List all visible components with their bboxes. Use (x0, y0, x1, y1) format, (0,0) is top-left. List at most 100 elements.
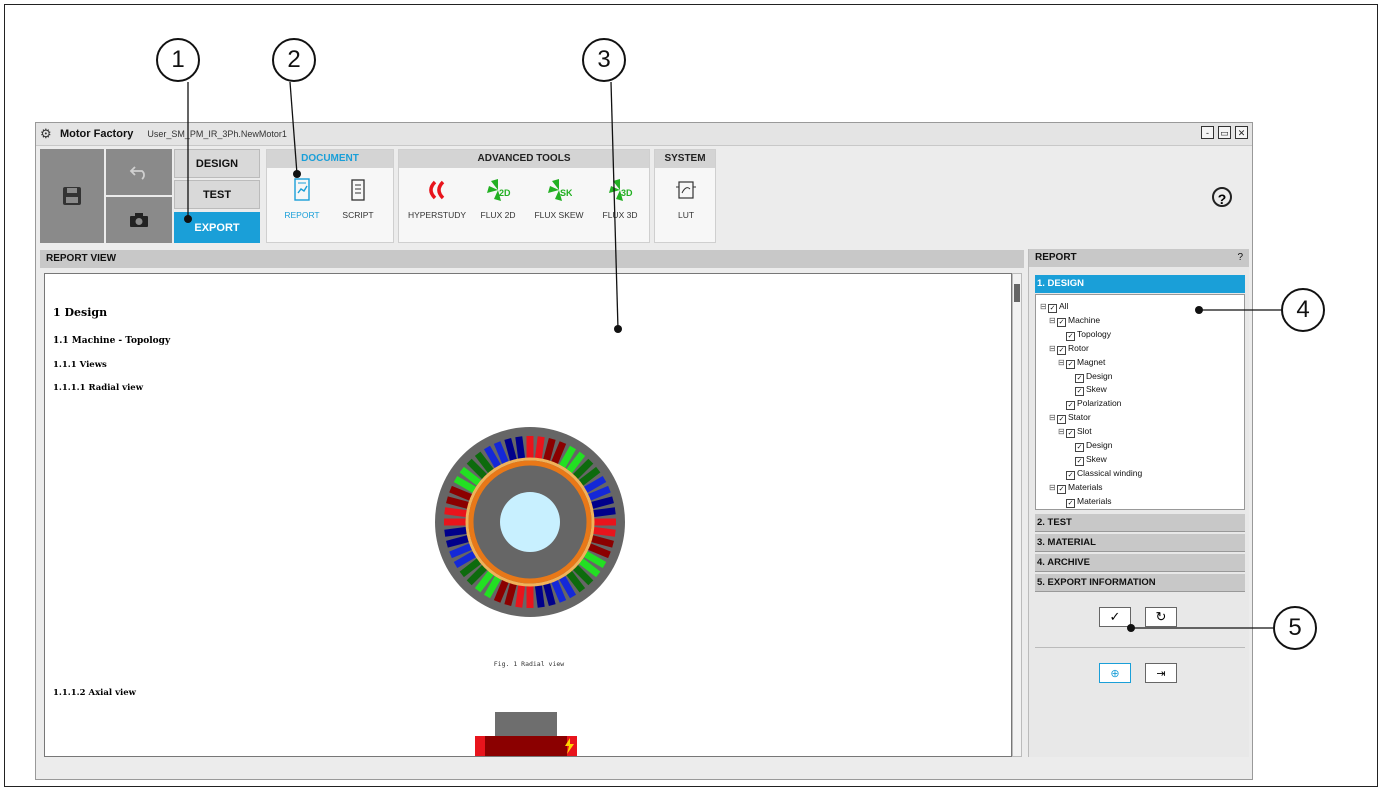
checkbox[interactable]: ✓ (1066, 470, 1075, 480)
script-icon (351, 179, 365, 201)
checkbox[interactable]: ✓ (1057, 317, 1066, 327)
help-button[interactable]: ? (1212, 187, 1232, 207)
snapshot-button[interactable] (106, 197, 172, 243)
tree-node[interactable]: ✓ Materials (1066, 496, 1111, 508)
tree-node-label: Slot (1077, 426, 1092, 437)
checkbox[interactable]: ✓ (1075, 387, 1084, 397)
restore-button[interactable]: ▭ (1218, 126, 1231, 139)
window-controls: - ▭ ✕ (1201, 126, 1248, 139)
flux-skew-icon: SK (548, 179, 572, 201)
tree-node-label: Machine (1068, 314, 1101, 325)
tree-node[interactable]: ✓ Design (1075, 440, 1112, 452)
collapse-icon[interactable]: ⊟ (1058, 358, 1065, 367)
checkbox[interactable]: ✓ (1066, 498, 1075, 508)
export-button[interactable]: ⇥ (1145, 663, 1177, 683)
checkbox[interactable]: ✓ (1066, 359, 1075, 369)
undo-button[interactable] (106, 149, 172, 195)
flux-skew-tool[interactable]: SK FLUX SKEW (529, 176, 589, 220)
section-test[interactable]: 2. TEST (1035, 514, 1245, 532)
design-tree: ⊟ ✓ All ⊟ ✓ Machine ✓ Topology ⊟ ✓ Rotor ⊟ ✓ Magnet ✓ D… (1035, 294, 1245, 510)
help-icon: ? (1217, 191, 1227, 207)
tree-node[interactable]: ✓ Skew (1075, 384, 1107, 397)
report-view-scrollbar[interactable] (1012, 273, 1022, 757)
script-tool[interactable]: SCRIPT (331, 176, 385, 220)
flux-skew-label: FLUX SKEW (534, 210, 584, 220)
section-material[interactable]: 3. MATERIAL (1035, 534, 1245, 552)
flux-2d-tool[interactable]: 2D FLUX 2D (471, 176, 525, 220)
tab-export[interactable]: EXPORT (174, 212, 260, 243)
flux-3d-tool[interactable]: 3D FLUX 3D (593, 176, 647, 220)
flux-2d-icon: 2D (487, 179, 511, 201)
tree-node[interactable]: ✓ Design (1075, 371, 1112, 383)
checkbox[interactable]: ✓ (1057, 415, 1066, 425)
lut-tool[interactable]: LUT (659, 176, 713, 220)
checkbox[interactable]: ✓ (1075, 373, 1084, 383)
collapse-icon[interactable]: ⊟ (1049, 316, 1056, 325)
report-heading-1: 1 Design (53, 306, 108, 319)
document-group-title: DOCUMENT (267, 150, 393, 168)
preview-icon: ⊕ (1110, 667, 1120, 680)
section-export-information[interactable]: 5. EXPORT INFORMATION (1035, 574, 1245, 592)
tree-node[interactable]: ⊟ ✓ Materials (1049, 482, 1102, 494)
checkbox[interactable]: ✓ (1057, 345, 1066, 355)
shaft (500, 492, 560, 552)
minimize-button[interactable]: - (1201, 126, 1214, 139)
title-bar: ⚙ Motor Factory User_SM_PM_IR_3Ph.NewMot… (36, 123, 1252, 146)
report-icon (294, 178, 310, 201)
checkbox[interactable]: ✓ (1057, 484, 1066, 494)
motor-factory-logo-icon: ⚙ (40, 126, 52, 141)
callout-2: 2 (272, 38, 316, 82)
checkbox[interactable]: ✓ (1066, 429, 1075, 439)
report-heading-2: 1.1 Machine - Topology (53, 336, 171, 346)
hyperstudy-tool[interactable]: HYPERSTUDY (407, 176, 467, 220)
checkbox[interactable]: ✓ (1066, 401, 1075, 411)
flux-3d-label: FLUX 3D (602, 210, 638, 220)
collapse-icon[interactable]: ⊟ (1049, 413, 1056, 422)
tree-node[interactable]: ⊟ ✓ Rotor (1049, 343, 1089, 355)
report-panel-help-icon[interactable]: ? (1237, 249, 1243, 267)
close-button[interactable]: ✕ (1235, 126, 1248, 139)
save-icon (63, 187, 81, 205)
report-heading-3: 1.1.1 Views (53, 360, 107, 370)
svg-text:2D: 2D (499, 188, 511, 198)
preview-button[interactable]: ⊕ (1099, 663, 1131, 683)
tree-node[interactable]: ⊟ ✓ All (1040, 301, 1068, 313)
svg-text:3D: 3D (621, 188, 633, 198)
tree-node[interactable]: ✓ Classical winding (1066, 468, 1142, 480)
lightning-icon (565, 738, 574, 754)
checkbox[interactable]: ✓ (1066, 331, 1075, 341)
tree-node[interactable]: ⊟ ✓ Slot (1058, 426, 1092, 439)
checkbox[interactable]: ✓ (1075, 443, 1084, 452)
tree-node-label: Topology (1077, 328, 1112, 339)
section-archive[interactable]: 4. ARCHIVE (1035, 554, 1245, 572)
tree-node[interactable]: ⊟ ✓ Stator (1049, 412, 1091, 425)
checkbox[interactable]: ✓ (1048, 304, 1057, 313)
axial-view-image (473, 712, 579, 756)
report-heading-axial: 1.1.1.2 Axial view (53, 688, 136, 698)
tree-node[interactable]: ⊟ ✓ Magnet (1058, 357, 1105, 369)
collapse-icon[interactable]: ⊟ (1049, 344, 1056, 353)
stator-slot (526, 436, 534, 458)
hyperstudy-label: HYPERSTUDY (407, 210, 467, 220)
tree-node[interactable]: ✓ Topology (1066, 329, 1111, 341)
tree-node[interactable]: ✓ Skew (1075, 454, 1107, 466)
scrollbar-thumb[interactable] (1014, 284, 1020, 302)
save-button[interactable] (40, 149, 104, 243)
section-design[interactable]: 1. DESIGN (1035, 275, 1245, 293)
radial-view-image (435, 427, 625, 617)
collapse-icon[interactable]: ⊟ (1058, 427, 1065, 436)
reset-button[interactable]: ↻ (1145, 607, 1177, 627)
tree-node[interactable]: ⊟ ✓ Machine (1049, 315, 1100, 327)
report-panel-header: REPORT ? (1029, 249, 1249, 267)
apply-button[interactable]: ✓ (1099, 607, 1131, 627)
report-tool[interactable]: REPORT (275, 176, 329, 220)
collapse-icon[interactable]: ⊟ (1040, 302, 1047, 311)
report-panel-title: REPORT (1035, 252, 1077, 263)
tab-test[interactable]: TEST (174, 180, 260, 209)
refresh-icon: ↻ (1155, 609, 1167, 624)
tab-design[interactable]: DESIGN (174, 149, 260, 178)
tree-node[interactable]: ✓ Polarization (1066, 398, 1121, 411)
report-view[interactable]: 1 Design 1.1 Machine - Topology 1.1.1 Vi… (44, 273, 1012, 757)
collapse-icon[interactable]: ⊟ (1049, 483, 1056, 492)
checkbox[interactable]: ✓ (1075, 456, 1084, 466)
